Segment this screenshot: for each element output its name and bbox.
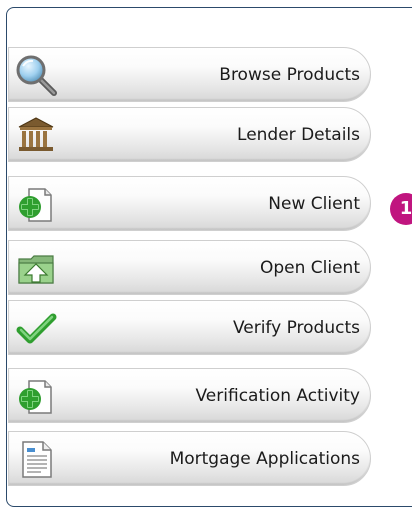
menu-item-new-client[interactable]: New Client — [8, 176, 371, 231]
menu-item-browse-products[interactable]: Browse Products — [8, 47, 371, 102]
menu-item-label: Browse Products — [219, 64, 360, 85]
menu-item-verification-activity[interactable]: Verification Activity — [8, 368, 371, 423]
menu-item-label: Open Client — [259, 257, 360, 278]
checkmark-icon — [15, 307, 57, 349]
menu-item-open-client[interactable]: Open Client — [8, 240, 371, 295]
new-document-plus-icon — [15, 183, 57, 225]
menu-item-mortgage-applications[interactable]: Mortgage Applications — [8, 431, 371, 486]
menu-item-label: New Client — [268, 193, 360, 214]
menu-item-label: Mortgage Applications — [169, 448, 360, 469]
menu-item-lender-details[interactable]: Lender Details — [8, 107, 371, 162]
menu-item-verify-products[interactable]: Verify Products — [8, 300, 371, 355]
document-icon — [15, 438, 57, 480]
document-plus-icon — [15, 375, 57, 417]
folder-up-arrow-icon — [15, 247, 57, 289]
menu-item-label: Lender Details — [237, 124, 360, 145]
menu-item-label: Verify Products — [232, 317, 360, 338]
magnifier-icon — [15, 54, 57, 96]
bank-icon — [15, 114, 57, 156]
menu-item-label: Verification Activity — [195, 385, 361, 406]
